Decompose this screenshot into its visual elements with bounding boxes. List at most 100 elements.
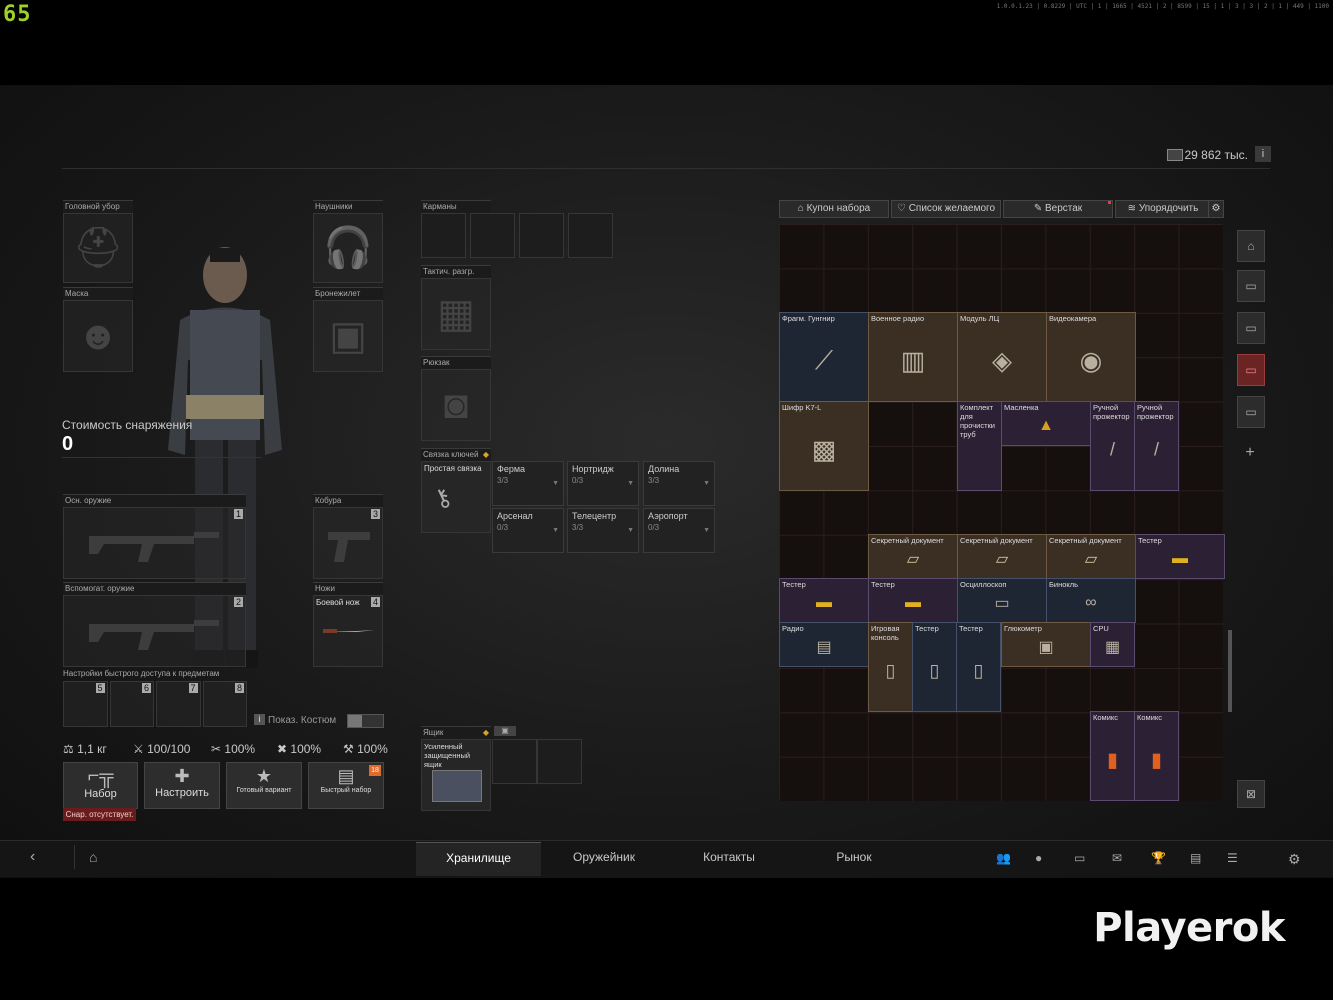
slot-backpack[interactable]: Рюкзак ◙ bbox=[421, 356, 491, 441]
slot-holster[interactable]: Кобура 3 bbox=[313, 494, 383, 579]
pocket-slot[interactable] bbox=[519, 213, 564, 258]
tab-gunsmith[interactable]: Оружейник bbox=[542, 842, 666, 875]
stash-item[interactable]: Видеокамера ◉ bbox=[1046, 312, 1136, 402]
slot-keyring[interactable]: Связка ключей ◆ Простая связка ⚷ bbox=[421, 448, 491, 533]
keyring-item[interactable]: Простая связка ⚷ bbox=[421, 461, 491, 533]
chevron-down-icon: ▼ bbox=[552, 480, 559, 487]
key-armory[interactable]: Арсенал 0/3 ▼ bbox=[492, 508, 564, 553]
stash-item[interactable]: Тестер ▬ bbox=[1135, 534, 1225, 579]
stash-page-3-button[interactable]: ▭ bbox=[1237, 354, 1265, 386]
back-icon[interactable]: ‹ bbox=[30, 848, 35, 866]
box-slot[interactable] bbox=[537, 739, 582, 784]
stash-page-1-button[interactable]: ▭ bbox=[1237, 270, 1265, 302]
box-item[interactable]: Усиленный защищенный ящик bbox=[421, 739, 491, 811]
slot-tactical-rig[interactable]: Тактич. разгр. ▦ bbox=[421, 265, 491, 350]
secondary-weapon-area: 2 bbox=[63, 595, 246, 667]
chat-icon[interactable]: ▭ bbox=[1074, 851, 1085, 865]
item-name: Военное радио bbox=[871, 314, 925, 323]
slot-headphones[interactable]: Наушники 🎧 bbox=[313, 200, 383, 283]
pocket-slot[interactable] bbox=[470, 213, 515, 258]
tasks-icon[interactable]: ☰ bbox=[1227, 851, 1238, 865]
stash-home-button[interactable]: ⌂ bbox=[1237, 230, 1265, 262]
stash-item[interactable]: CPU ▦ bbox=[1090, 622, 1135, 667]
stash-item[interactable]: Игровая консоль ▯ bbox=[868, 622, 913, 712]
workbench-button[interactable]: ✎ Верстак bbox=[1003, 200, 1113, 218]
kit-button[interactable]: ⌐╦ Набор bbox=[63, 762, 138, 809]
money-info-button[interactable]: i bbox=[1255, 146, 1271, 162]
friends-icon[interactable]: 👥 bbox=[996, 851, 1011, 865]
stash-item[interactable]: Тестер ▬ bbox=[868, 578, 958, 623]
slot-knives[interactable]: Ножи 4 Боевой нож bbox=[313, 582, 383, 667]
stash-item[interactable]: Тестер ▬ bbox=[779, 578, 869, 623]
quick-slot[interactable]: 6 bbox=[109, 681, 154, 727]
quick-slot[interactable]: 5 bbox=[63, 681, 108, 727]
tab-contacts[interactable]: Контакты bbox=[667, 842, 791, 875]
stash-item[interactable]: Секретный документ ▱ bbox=[1046, 534, 1136, 579]
sort-button[interactable]: ≋ Упорядочить bbox=[1115, 200, 1211, 218]
tab-market[interactable]: Рынок bbox=[792, 842, 916, 875]
stash-item[interactable]: Глюкометр ▣ bbox=[1001, 622, 1091, 667]
key-valley[interactable]: Долина 3/3 ▼ bbox=[643, 461, 715, 506]
item-name: Фрагм. Гунгнир bbox=[782, 314, 835, 323]
item-name: Тестер bbox=[782, 580, 806, 589]
key-tv-station[interactable]: Телецентр 3/3 ▼ bbox=[567, 508, 639, 553]
mail-icon[interactable]: ✉ bbox=[1112, 851, 1122, 865]
stash-filter-button[interactable]: ⊠ bbox=[1237, 780, 1265, 808]
cipher-machine-icon: ▩ bbox=[811, 434, 837, 465]
stash-item[interactable]: Секретный документ ▱ bbox=[957, 534, 1047, 579]
slot-armor[interactable]: Бронежилет ▣ bbox=[313, 287, 383, 372]
oil-can-icon: ▲ bbox=[1038, 416, 1054, 434]
ready-preset-button[interactable]: ★ Готовый вариант bbox=[226, 762, 302, 809]
stash-item[interactable]: Фрагм. Гунгнир ⟋ bbox=[779, 312, 869, 402]
vest-icon: ▣ bbox=[313, 300, 383, 372]
stash-item[interactable]: Комикс ▮ bbox=[1134, 711, 1179, 801]
add-stash-page-button[interactable]: + bbox=[1237, 438, 1263, 468]
box-toggle-icon[interactable]: ▣ bbox=[494, 726, 516, 736]
settings-gear-icon[interactable]: ⚙ bbox=[1288, 851, 1301, 868]
pocket-slot[interactable] bbox=[421, 213, 466, 258]
box-slot[interactable] bbox=[492, 739, 537, 784]
trophy-icon[interactable]: 🏆 bbox=[1151, 851, 1166, 865]
kit-coupon-button[interactable]: ⌂ Купон набора bbox=[779, 200, 889, 218]
stash-page-2-button[interactable]: ▭ bbox=[1237, 312, 1265, 344]
slot-mask[interactable]: Маска ☻ bbox=[63, 287, 133, 372]
stash-item[interactable]: Комплект для прочистки труб bbox=[957, 401, 1002, 491]
stash-item[interactable]: Комикс ▮ bbox=[1090, 711, 1135, 801]
stash-item[interactable]: Военное радио ▥ bbox=[868, 312, 958, 402]
slot-secondary-weapon[interactable]: Вспомогат. оружие 2 bbox=[63, 582, 246, 667]
stash-item[interactable]: Радио ▤ bbox=[779, 622, 869, 667]
stash-item[interactable]: Масленка ▲ bbox=[1001, 401, 1091, 446]
stash-scrollbar[interactable] bbox=[1228, 630, 1232, 712]
slot-box[interactable]: Ящик ◆ Усиленный защищенный ящик bbox=[421, 726, 491, 811]
notes-icon[interactable]: ▤ bbox=[1190, 851, 1201, 865]
slot-number: 7 bbox=[188, 683, 198, 693]
stash-item[interactable]: Шифр K7-L ▩ bbox=[779, 401, 869, 491]
key-farm[interactable]: Ферма 3/3 ▼ bbox=[492, 461, 564, 506]
stash-item[interactable]: Тестер ▯ bbox=[956, 622, 1001, 712]
stash-item[interactable]: Бинокль ∞ bbox=[1046, 578, 1136, 623]
stash-item[interactable]: Тестер ▯ bbox=[912, 622, 957, 712]
profile-icon[interactable]: ● bbox=[1035, 851, 1042, 865]
quick-kit-button[interactable]: ▤ Быстрый набор 18 bbox=[308, 762, 384, 809]
stash-grid[interactable]: Фрагм. Гунгнир ⟋ Военное радио ▥ Модуль ЛЦ… bbox=[779, 224, 1225, 801]
wishlist-button[interactable]: ♡ Список желаемого bbox=[891, 200, 1001, 218]
show-costume-toggle[interactable] bbox=[347, 714, 384, 728]
tab-storage[interactable]: Хранилище bbox=[416, 842, 541, 876]
slot-headwear[interactable]: Головной убор ⛑ bbox=[63, 200, 133, 283]
stash-item[interactable]: Осциллоскоп ▭ bbox=[957, 578, 1047, 623]
key-airport[interactable]: Аэропорт 0/3 ▼ bbox=[643, 508, 715, 553]
customize-button[interactable]: ✚ Настроить bbox=[144, 762, 220, 809]
stash-item[interactable]: Модуль ЛЦ ◈ bbox=[957, 312, 1047, 402]
slot-primary-weapon[interactable]: Осн. оружие 1 bbox=[63, 494, 246, 579]
key-northridge[interactable]: Нортридж 0/3 ▼ bbox=[567, 461, 639, 506]
stash-item[interactable]: Секретный документ ▱ bbox=[868, 534, 958, 579]
fps-counter: 65 bbox=[3, 2, 32, 27]
stash-settings-button[interactable]: ⚙ bbox=[1208, 200, 1224, 218]
stash-item[interactable]: Ручной прожектор / bbox=[1134, 401, 1179, 491]
quick-slot[interactable]: 8 bbox=[202, 681, 247, 727]
quick-slot[interactable]: 7 bbox=[156, 681, 201, 727]
stash-page-4-button[interactable]: ▭ bbox=[1237, 396, 1265, 428]
pocket-slot[interactable] bbox=[568, 213, 613, 258]
stash-item[interactable]: Ручной прожектор / bbox=[1090, 401, 1135, 491]
home-icon[interactable]: ⌂ bbox=[89, 849, 97, 865]
